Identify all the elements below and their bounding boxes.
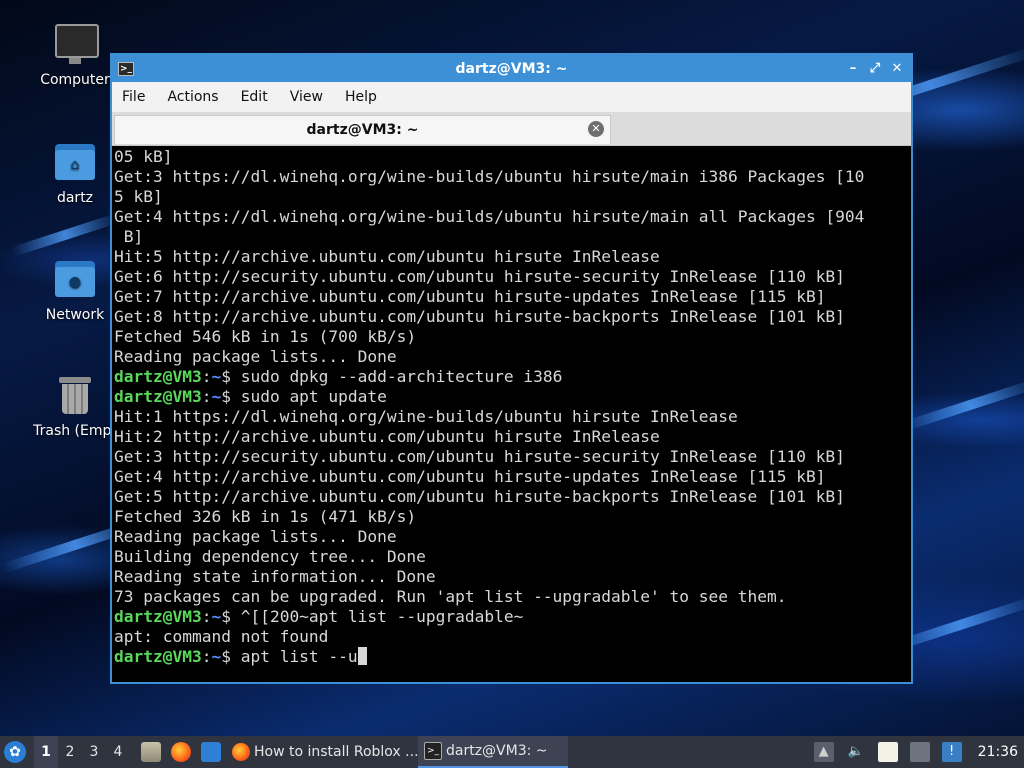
terminal-output-line: Get:4 https://dl.winehq.org/wine-builds/… xyxy=(114,207,865,226)
prompt-separator: : xyxy=(201,367,212,386)
terminal-output-line: Get:8 http://archive.ubuntu.com/ubuntu h… xyxy=(114,307,845,326)
taskbar-task-browser[interactable]: How to install Roblox ... xyxy=(226,736,418,768)
workspace-3[interactable]: 3 xyxy=(82,744,106,760)
prompt-path: ~ xyxy=(211,647,222,666)
firefox-launcher-icon[interactable] xyxy=(171,742,191,762)
menu-help[interactable]: Help xyxy=(335,89,389,105)
taskbar-task-terminal[interactable]: >_ dartz@VM3: ~ xyxy=(418,736,568,768)
tab-close-icon[interactable]: ✕ xyxy=(588,121,604,137)
notes-icon[interactable] xyxy=(877,742,898,762)
terminal-icon: >_ xyxy=(424,742,442,760)
tab-label: dartz@VM3: ~ xyxy=(306,122,419,138)
firefox-icon xyxy=(232,743,250,761)
task-label: How to install Roblox ... xyxy=(254,744,418,760)
terminal-output-line: 5 kB] xyxy=(114,187,163,206)
terminal-output-line: 05 kB] xyxy=(114,147,173,166)
workspace-4[interactable]: 4 xyxy=(106,744,130,760)
terminal-output-line: Get:4 http://archive.ubuntu.com/ubuntu h… xyxy=(114,467,826,486)
terminal-prompt-line: dartz@VM3:~$ sudo dpkg --add-architectur… xyxy=(114,367,911,387)
terminal-prompt-line: dartz@VM3:~$ ^[[200~apt list --upgradabl… xyxy=(114,607,911,627)
prompt-path: ~ xyxy=(211,367,222,386)
update-notifier-icon[interactable]: ! xyxy=(941,742,962,762)
prompt-path: ~ xyxy=(211,607,222,626)
desktop-icon-label: Network xyxy=(45,307,105,323)
trash-icon xyxy=(53,373,97,417)
show-desktop-icon[interactable] xyxy=(201,742,221,762)
terminal-output-line: Hit:5 http://archive.ubuntu.com/ubuntu h… xyxy=(114,247,660,266)
text-cursor xyxy=(357,647,367,665)
terminal-window[interactable]: >_ dartz@VM3: ~ – ⤢ ✕ File Actions Edit … xyxy=(110,53,913,684)
volume-icon[interactable]: 🔈 xyxy=(846,742,866,762)
menu-file[interactable]: File xyxy=(112,89,157,105)
maximize-icon[interactable]: ⤢ xyxy=(867,61,883,77)
menu-bar: File Actions Edit View Help xyxy=(112,82,911,112)
start-menu-icon[interactable]: ✿ xyxy=(4,741,26,763)
terminal-output-line: Get:6 http://security.ubuntu.com/ubuntu … xyxy=(114,267,845,286)
close-icon[interactable]: ✕ xyxy=(889,61,905,77)
file-manager-launcher-icon[interactable] xyxy=(141,742,161,762)
terminal-output-line: Fetched 546 kB in 1s (700 kB/s) xyxy=(114,327,417,346)
tab-bar: dartz@VM3: ~ ✕ xyxy=(112,112,911,146)
terminal-output-line: Reading state information... Done xyxy=(114,567,436,586)
desktop-icon-label: dartz xyxy=(56,190,94,206)
terminal-output-line: Hit:2 http://archive.ubuntu.com/ubuntu h… xyxy=(114,427,660,446)
taskbar: ✿ 1 2 3 4 How to install Roblox ... >_ d… xyxy=(0,736,1024,768)
prompt-user: dartz@VM3 xyxy=(114,607,202,626)
desktop-icon-label: Trash (Empt xyxy=(33,423,117,439)
tab-terminal[interactable]: dartz@VM3: ~ ✕ xyxy=(114,115,611,144)
terminal-output-line: Get:7 http://archive.ubuntu.com/ubuntu h… xyxy=(114,287,826,306)
computer-icon xyxy=(53,22,99,66)
desktop-icon-label: Computer xyxy=(40,72,110,88)
home-folder-icon: ⌂ xyxy=(53,140,97,184)
window-titlebar[interactable]: >_ dartz@VM3: ~ – ⤢ ✕ xyxy=(112,55,911,82)
prompt-user: dartz@VM3 xyxy=(114,647,202,666)
terminal-output-line: Hit:1 https://dl.winehq.org/wine-builds/… xyxy=(114,407,738,426)
workspace-2[interactable]: 2 xyxy=(58,744,82,760)
terminal-output-line: Get:3 http://security.ubuntu.com/ubuntu … xyxy=(114,447,845,466)
command-text: $ ^[[200~apt list --upgradable~ xyxy=(221,607,524,626)
terminal-prompt-line: dartz@VM3:~$ sudo apt update xyxy=(114,387,911,407)
clock[interactable]: 21:36 xyxy=(978,744,1018,760)
wallpaper-streak xyxy=(11,213,119,257)
terminal-output-line: B] xyxy=(114,227,144,246)
command-text: $ apt list --u xyxy=(221,647,358,666)
menu-actions[interactable]: Actions xyxy=(157,89,230,105)
desktop: Computer ⌂ dartz ● Network Trash (Empt >… xyxy=(0,0,1024,768)
terminal-output-line: Get:5 http://archive.ubuntu.com/ubuntu h… xyxy=(114,487,845,506)
terminal-output-line: Building dependency tree... Done xyxy=(114,547,426,566)
display-icon[interactable] xyxy=(909,742,930,762)
task-label: dartz@VM3: ~ xyxy=(446,743,548,759)
system-tray: ▲ 🔈 ! 21:36 xyxy=(808,736,1024,768)
menu-edit[interactable]: Edit xyxy=(231,89,280,105)
terminal-icon: >_ xyxy=(118,61,134,76)
terminal-output-line: Reading package lists... Done xyxy=(114,347,397,366)
prompt-separator: : xyxy=(201,387,212,406)
network-folder-icon: ● xyxy=(53,257,97,301)
terminal-output-line: 73 packages can be upgraded. Run 'apt li… xyxy=(114,587,787,606)
terminal-output-line: Fetched 326 kB in 1s (471 kB/s) xyxy=(114,507,417,526)
workspace-1[interactable]: 1 xyxy=(34,736,58,768)
terminal-output-line: Reading package lists... Done xyxy=(114,527,397,546)
menu-view[interactable]: View xyxy=(280,89,335,105)
prompt-separator: : xyxy=(201,647,212,666)
terminal-output-line: Get:3 https://dl.winehq.org/wine-builds/… xyxy=(114,167,865,186)
prompt-user: dartz@VM3 xyxy=(114,367,202,386)
wallpaper-streak xyxy=(901,378,1024,432)
clipboard-icon[interactable]: ▲ xyxy=(813,742,834,762)
terminal-output[interactable]: 05 kB] Get:3 https://dl.winehq.org/wine-b… xyxy=(114,147,911,682)
prompt-path: ~ xyxy=(211,387,222,406)
terminal-output-line: apt: command not found xyxy=(114,627,329,646)
command-text: $ sudo dpkg --add-architecture i386 xyxy=(221,367,563,386)
prompt-separator: : xyxy=(201,607,212,626)
prompt-user: dartz@VM3 xyxy=(114,387,202,406)
terminal-prompt-line: dartz@VM3:~$ apt list --u xyxy=(114,647,911,667)
window-title: dartz@VM3: ~ xyxy=(455,60,568,77)
command-text: $ sudo apt update xyxy=(221,387,387,406)
minimize-icon[interactable]: – xyxy=(845,61,861,77)
